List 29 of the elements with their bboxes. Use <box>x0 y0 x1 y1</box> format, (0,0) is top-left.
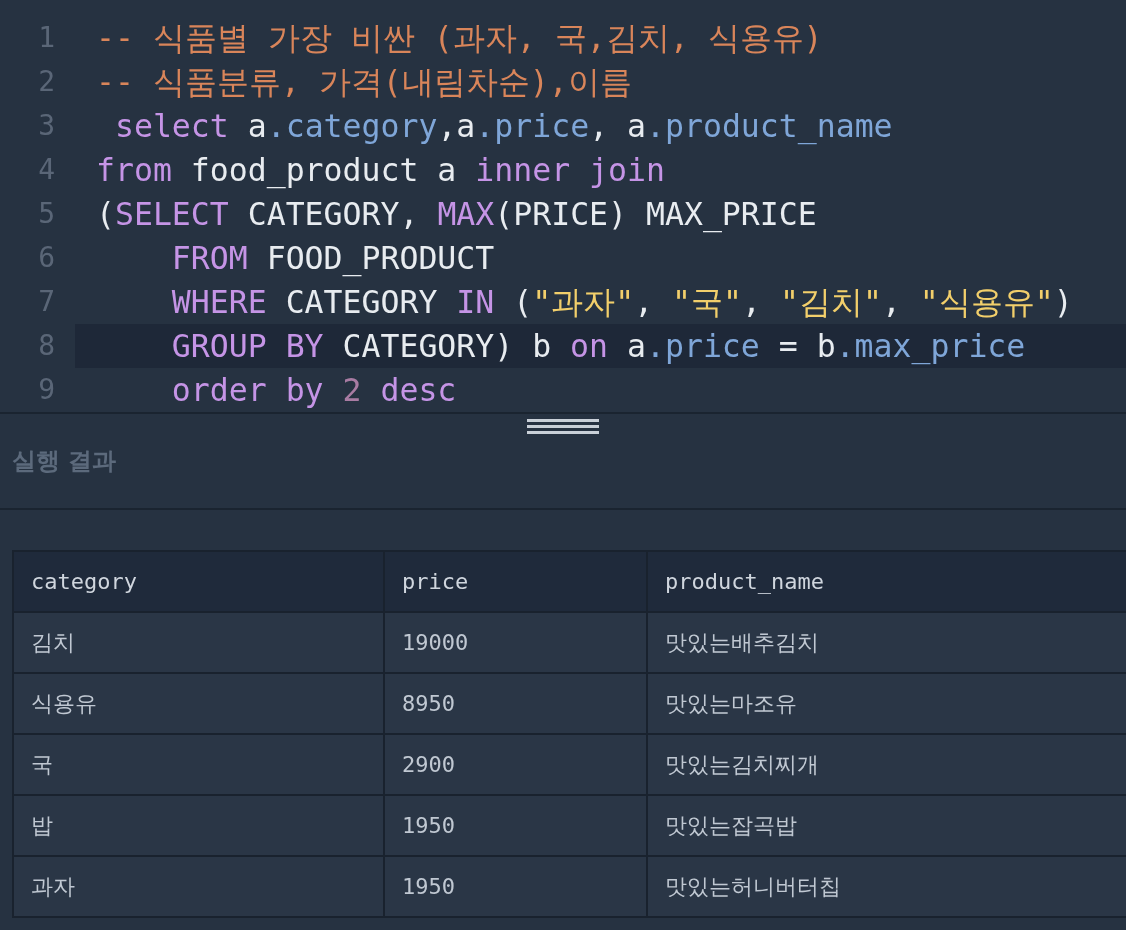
column-header: price <box>384 551 647 612</box>
table-cell: 과자 <box>13 856 384 917</box>
table-cell: 국 <box>13 734 384 795</box>
code-line: FROM FOOD_PRODUCT <box>170 239 495 279</box>
table-cell: 8950 <box>384 673 647 734</box>
code-line: select a.category,a.price, a.product_name <box>113 107 893 147</box>
table-cell: 김치 <box>13 612 384 673</box>
resize-handle-icon[interactable] <box>527 417 599 437</box>
table-cell: 맛있는허니버터칩 <box>647 856 1126 917</box>
table-cell: 맛있는마조유 <box>647 673 1126 734</box>
code-line: order by 2 desc <box>170 371 457 410</box>
table-cell: 맛있는배추김치 <box>647 612 1126 673</box>
table-cell: 맛있는잡곡밥 <box>647 795 1126 856</box>
results-title: 실행 결과 <box>0 440 1126 510</box>
table-cell: 1950 <box>384 795 647 856</box>
table-cell: 19000 <box>384 612 647 673</box>
table-cell: 1950 <box>384 856 647 917</box>
code-line: GROUP BY CATEGORY) b on a.price = b.max_price <box>170 327 1026 367</box>
code-line: WHERE CATEGORY IN ("과자", "국", "김치", "식용유") <box>170 283 1073 322</box>
code-line: -- 식품별 가장 비싼 (과자, 국,김치, 식용유) <box>95 19 823 58</box>
table-cell: 맛있는김치찌개 <box>647 734 1126 795</box>
code-line: -- 식품분류, 가격(내림차순),이름 <box>95 63 632 102</box>
table-cell: 2900 <box>384 734 647 795</box>
code-line: (SELECT CATEGORY, MAX(PRICE) MAX_PRICE <box>95 195 817 235</box>
table-cell: 밥 <box>13 795 384 856</box>
column-header: category <box>13 551 384 612</box>
column-header: product_name <box>647 551 1126 612</box>
table-cell: 식용유 <box>13 673 384 734</box>
code-line: from food_product a inner join <box>95 151 665 191</box>
